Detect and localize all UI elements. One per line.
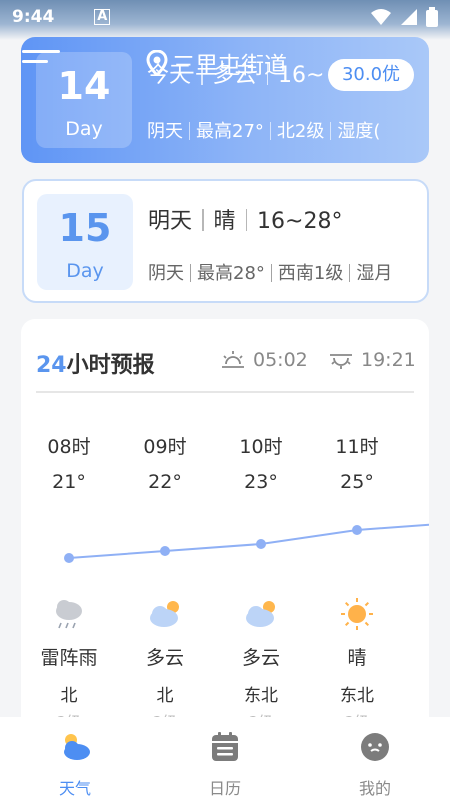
weather-icon — [64, 734, 90, 760]
cloudy-icon — [150, 601, 179, 627]
tomorrow-summary: 明天晴 16~28° — [148, 203, 342, 235]
hour-wind-direction: 东北 — [244, 686, 278, 706]
trend-point — [160, 546, 170, 556]
tab-profile[interactable]: 我的 — [300, 717, 450, 800]
tomorrow-high: 最高28° — [197, 263, 265, 284]
hour-condition: 多云 — [145, 647, 184, 669]
tomorrow-wind: 西南1级 — [277, 263, 344, 284]
wifi-icon — [371, 9, 391, 25]
hourly-title-number: 24 — [36, 353, 67, 378]
tomorrow-date-box: 15 Day — [37, 194, 133, 290]
tab-profile-label: 我的 — [358, 779, 391, 798]
sunrise-icon — [222, 351, 244, 368]
location-selector[interactable]: 三里屯街道 — [146, 46, 287, 80]
sunset: 19:21 — [329, 349, 416, 371]
location-pin-icon — [146, 50, 168, 76]
tomorrow-humidity: 湿月 — [356, 263, 393, 284]
today-high: 最高27° — [196, 121, 264, 142]
today-humidity: 湿度( — [337, 121, 381, 142]
hour-condition: 多云 — [241, 647, 280, 669]
sunny-icon — [341, 598, 373, 630]
hourly-title: 24小时预报 — [36, 347, 155, 379]
trend-point — [352, 525, 362, 535]
hourly-divider — [36, 391, 414, 393]
hour-time: 11时 — [335, 436, 379, 458]
tomorrow-temp-range: 16~28° — [257, 209, 343, 234]
location-name: 三里屯街道 — [172, 53, 287, 79]
hour-condition: 晴 — [347, 647, 367, 669]
tomorrow-weather-card[interactable]: 15 Day 明天晴 16~28° 阴天 最高28° 西南1级 湿月 — [22, 179, 429, 303]
hour-wind-direction: 北 — [156, 686, 174, 706]
status-time: 9:44 — [12, 7, 55, 27]
hour-time: 09时 — [143, 436, 187, 458]
hour-temp: 21° — [52, 471, 86, 493]
sunrise: 05:02 — [221, 349, 308, 371]
hourly-title-text: 小时预报 — [66, 353, 155, 378]
tomorrow-date-unit: Day — [66, 260, 104, 282]
today-date-unit: Day — [65, 118, 103, 140]
tomorrow-condition: 晴 — [213, 209, 236, 234]
thunder-rain-icon — [56, 600, 82, 629]
trend-point — [64, 553, 74, 563]
tab-weather[interactable]: 天气 — [0, 717, 150, 800]
signal-icon — [401, 9, 417, 25]
hour-condition: 雷阵雨 — [40, 647, 98, 669]
hour-time: 10时 — [239, 436, 283, 458]
profile-icon — [361, 733, 389, 761]
today-wind: 北2级 — [276, 121, 325, 142]
trend-line — [68, 523, 429, 559]
tab-weather-label: 天气 — [58, 779, 91, 798]
calendar-icon — [212, 732, 238, 761]
tomorrow-date: 15 — [58, 206, 112, 250]
hour-temp: 23° — [244, 471, 278, 493]
hour-wind-direction: 北 — [60, 686, 78, 706]
tomorrow-sky: 阴天 — [148, 263, 184, 284]
menu-icon[interactable] — [22, 50, 62, 72]
sunrise-time: 05:02 — [253, 349, 308, 371]
tomorrow-label: 明天 — [148, 209, 193, 234]
aqi-badge[interactable]: 30.0优 — [328, 59, 414, 91]
hour-time: 08时 — [47, 436, 91, 458]
tomorrow-details: 阴天 最高28° 西南1级 湿月 — [148, 259, 392, 285]
temperature-trend-line — [64, 523, 429, 563]
bottom-tab-bar: 天气 日历 我的 — [0, 717, 450, 800]
hour-wind-direction: 东北 — [340, 686, 374, 706]
tab-calendar[interactable]: 日历 — [150, 717, 300, 800]
sunset-icon — [330, 354, 352, 369]
status-indicator: A — [94, 9, 111, 25]
today-details: 阴天 最高27° 北2级 湿度( — [147, 117, 380, 143]
status-bar: 9:44 A — [0, 0, 450, 34]
battery-icon — [426, 7, 438, 27]
cloudy-icon — [246, 601, 275, 627]
hour-temp: 25° — [340, 471, 374, 493]
tab-calendar-label: 日历 — [208, 779, 241, 798]
hour-temp: 22° — [148, 471, 182, 493]
sunset-time: 19:21 — [361, 349, 416, 371]
trend-point — [256, 539, 266, 549]
today-sky: 阴天 — [147, 121, 183, 142]
hourly-forecast-card[interactable]: 24小时预报 05:02 19:21 08时 09时 10时 11时 21° 2… — [21, 319, 429, 739]
